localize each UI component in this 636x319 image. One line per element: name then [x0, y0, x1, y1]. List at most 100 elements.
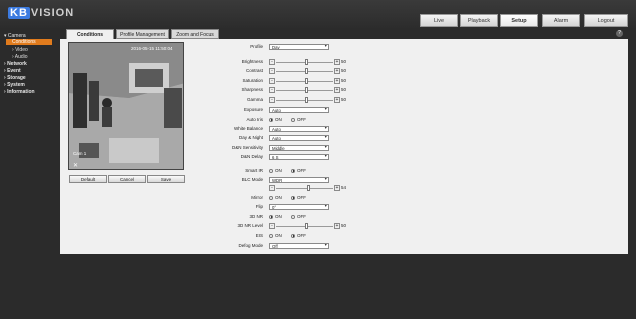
radio-label: ON — [275, 214, 282, 219]
nav-playback[interactable]: Playback — [460, 14, 498, 27]
radio-dot[interactable] — [269, 233, 273, 238]
tab-profile-management[interactable]: Profile Management — [116, 29, 169, 39]
auto-iris-off-radio[interactable]: OFF — [291, 117, 306, 123]
sidebar-label: Event — [7, 68, 21, 74]
eis-label: EIS — [255, 233, 263, 238]
brightness-slider[interactable]: - +50 — [269, 59, 346, 65]
increment-button[interactable]: + — [334, 185, 340, 191]
help-icon[interactable]: ? — [616, 30, 623, 37]
3d-nr-level-slider[interactable]: - +50 — [269, 223, 346, 229]
sharpness-slider[interactable]: - +50 — [269, 87, 346, 93]
profile-label: Profile — [250, 44, 263, 49]
sidebar-item-audio[interactable]: › Audio — [12, 54, 28, 60]
white-balance-label: White Balance — [233, 126, 263, 131]
default-button[interactable]: Default — [69, 175, 107, 183]
slider-thumb[interactable] — [305, 78, 308, 84]
nav-alarm[interactable]: Alarm — [542, 14, 580, 27]
flip-select[interactable]: 0° — [269, 204, 329, 210]
radio-dot[interactable] — [269, 214, 273, 219]
radio-label: OFF — [297, 214, 306, 219]
logo-text: VISION — [30, 7, 75, 19]
sidebar-item-system[interactable]: › System — [4, 82, 25, 88]
tab-conditions[interactable]: Conditions — [66, 29, 114, 39]
3d-nr-level-label: 3D NR Level — [237, 223, 263, 228]
tab-zoom-focus[interactable]: Zoom and Focus — [171, 29, 219, 39]
radio-label: OFF — [297, 117, 306, 122]
increment-button[interactable]: + — [334, 78, 340, 84]
3d-nr-off-radio[interactable]: OFF — [291, 214, 306, 220]
sidebar-item-video[interactable]: › Video — [12, 47, 28, 53]
increment-button[interactable]: + — [334, 68, 340, 74]
smart-ir-on-radio[interactable]: ON — [269, 168, 282, 174]
defog-mode-select[interactable]: Off — [269, 243, 329, 249]
sidebar-item-event[interactable]: › Event — [4, 68, 21, 74]
mirror-on-radio[interactable]: ON — [269, 195, 282, 201]
nav-setup[interactable]: Setup — [500, 14, 538, 27]
mirror-off-radio[interactable]: OFF — [291, 195, 306, 201]
slider-thumb[interactable] — [307, 185, 310, 191]
radio-dot[interactable] — [291, 214, 295, 219]
nav-live[interactable]: Live — [420, 14, 458, 27]
video-preview: 2016-05-15 11:50:04 Cam 1 ✕ — [68, 42, 184, 170]
sidebar-label: Storage — [7, 75, 26, 81]
saturation-slider[interactable]: - +50 — [269, 78, 346, 84]
radio-label: ON — [275, 233, 282, 238]
sidebar-item-storage[interactable]: › Storage — [4, 75, 26, 81]
decrement-button[interactable]: - — [269, 223, 275, 229]
auto-iris-on-radio[interactable]: ON — [269, 117, 282, 123]
sidebar-item-network[interactable]: › Network — [4, 61, 27, 67]
radio-dot[interactable] — [269, 117, 273, 122]
sidebar-item-information[interactable]: › Information — [4, 89, 35, 95]
radio-label: OFF — [297, 168, 306, 173]
fullscreen-icon[interactable]: ✕ — [73, 162, 78, 169]
exposure-select[interactable]: Auto — [269, 107, 329, 113]
contrast-slider[interactable]: - +50 — [269, 68, 346, 74]
radio-dot[interactable] — [291, 117, 295, 122]
wdr-level-slider[interactable]: - +54 — [269, 185, 346, 191]
gamma-slider[interactable]: - +50 — [269, 97, 346, 103]
radio-dot[interactable] — [291, 168, 295, 173]
white-balance-select[interactable]: Auto — [269, 126, 329, 132]
radio-dot[interactable] — [269, 168, 273, 173]
profile-select[interactable]: Day — [269, 44, 329, 50]
slider-thumb[interactable] — [305, 68, 308, 74]
slider-thumb[interactable] — [305, 97, 308, 103]
save-button[interactable]: Save — [147, 175, 185, 183]
slider-thumb[interactable] — [305, 87, 308, 93]
eis-off-radio[interactable]: OFF — [291, 233, 306, 239]
gamma-label: Gamma — [246, 97, 263, 102]
radio-dot[interactable] — [291, 195, 295, 200]
sidebar-label: System — [7, 82, 25, 88]
contrast-label: Contrast — [245, 68, 263, 73]
sidebar-label: Audio — [14, 54, 28, 60]
radio-dot[interactable] — [291, 233, 295, 238]
decrement-button[interactable]: - — [269, 68, 275, 74]
cancel-button[interactable]: Cancel — [108, 175, 146, 183]
increment-button[interactable]: + — [334, 87, 340, 93]
eis-on-radio[interactable]: ON — [269, 233, 282, 239]
increment-button[interactable]: + — [334, 223, 340, 229]
3d-nr-on-radio[interactable]: ON — [269, 214, 282, 220]
slider-thumb[interactable] — [305, 223, 308, 229]
auto-iris-label: Auto Iris — [246, 117, 263, 122]
day-night-select[interactable]: Auto — [269, 135, 329, 141]
brightness-value: 50 — [341, 59, 347, 64]
smart-ir-off-radio[interactable]: OFF — [291, 168, 306, 174]
dn-delay-select[interactable]: 6 S — [269, 154, 329, 160]
sidebar-item-conditions[interactable]: Conditions — [6, 39, 52, 45]
decrement-button[interactable]: - — [269, 97, 275, 103]
gamma-value: 50 — [341, 97, 347, 102]
increment-button[interactable]: + — [334, 97, 340, 103]
dn-sensitivity-select[interactable]: Middle — [269, 145, 329, 151]
day-night-label: Day & Night — [238, 135, 263, 140]
increment-button[interactable]: + — [334, 59, 340, 65]
saturation-label: Saturation — [242, 78, 263, 83]
decrement-button[interactable]: - — [269, 87, 275, 93]
decrement-button[interactable]: - — [269, 78, 275, 84]
slider-thumb[interactable] — [305, 59, 308, 65]
decrement-button[interactable]: - — [269, 59, 275, 65]
radio-dot[interactable] — [269, 195, 273, 200]
nav-logout[interactable]: Logout — [584, 14, 628, 27]
blc-mode-select[interactable]: WDR — [269, 177, 329, 183]
decrement-button[interactable]: - — [269, 185, 275, 191]
